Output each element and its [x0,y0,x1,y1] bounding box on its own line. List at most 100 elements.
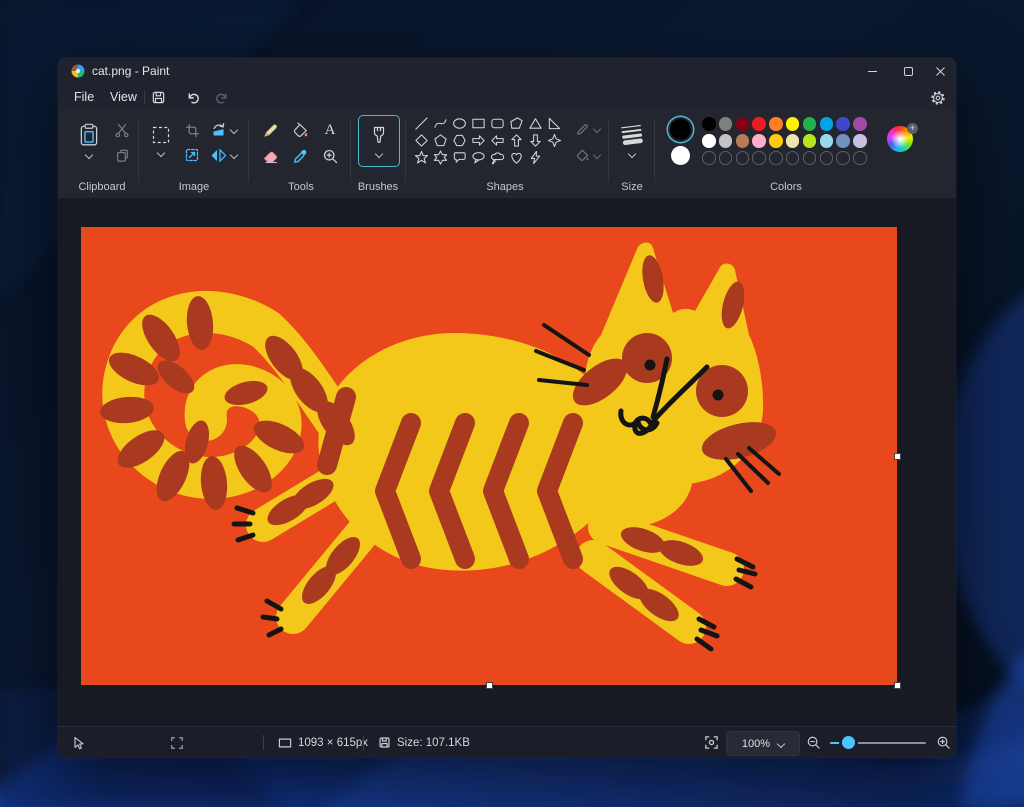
fill-tool-button[interactable] [288,118,312,142]
palette-swatch[interactable] [803,134,817,148]
palette-swatch[interactable] [853,117,867,131]
shape-curve-button[interactable] [431,115,450,132]
size-dropdown-chevron-icon[interactable] [628,149,636,157]
shape-hexagon-button[interactable] [450,132,469,149]
magnifier-tool-button[interactable] [318,144,342,168]
zoom-in-button[interactable] [936,727,951,758]
shape-diamond-button[interactable] [412,132,431,149]
palette-swatch-empty[interactable] [702,151,716,165]
palette-swatch[interactable] [769,134,783,148]
cut-button[interactable] [110,119,134,141]
text-tool-button[interactable]: A [318,118,342,142]
palette-swatch[interactable] [853,134,867,148]
undo-button[interactable] [180,88,204,107]
shape-callout-cloud-button[interactable] [488,149,507,166]
shape-right-triangle-button[interactable] [545,115,564,132]
resize-handle-right[interactable] [894,453,901,460]
shape-fill-dropdown[interactable] [572,145,602,165]
shape-arrow-down-button[interactable] [526,132,545,149]
palette-swatch[interactable] [786,117,800,131]
shape-lightning-button[interactable] [526,149,545,166]
shape-triangle-button[interactable] [526,115,545,132]
palette-swatch[interactable] [836,117,850,131]
pencil-tool-button[interactable] [258,118,282,142]
palette-swatch[interactable] [803,117,817,131]
shape-line-button[interactable] [412,115,431,132]
canvas[interactable] [81,227,897,685]
palette-swatch[interactable] [820,134,834,148]
paste-button[interactable] [72,117,106,163]
shape-star-four-button[interactable] [545,132,564,149]
paste-dropdown-chevron-icon[interactable] [85,150,93,158]
palette-swatch[interactable] [769,117,783,131]
palette-swatch-empty[interactable] [820,151,834,165]
palette-swatch-empty[interactable] [769,151,783,165]
palette-swatch[interactable] [736,134,750,148]
shape-rectangle-button[interactable] [469,115,488,132]
palette-swatch[interactable] [752,134,766,148]
palette-swatch[interactable] [719,134,733,148]
palette-swatch[interactable] [719,117,733,131]
resize-button[interactable] [180,144,204,166]
close-button[interactable] [924,58,956,84]
palette-swatch[interactable] [736,117,750,131]
resize-handle-bottom[interactable] [486,682,493,689]
shape-callout-oval-button[interactable] [469,149,488,166]
shape-arrow-right-button[interactable] [469,132,488,149]
palette-swatch[interactable] [836,134,850,148]
rotate-dropdown-chevron-icon[interactable] [228,124,240,136]
palette-swatch[interactable] [702,134,716,148]
color1-swatch[interactable] [670,119,691,140]
minimize-button[interactable] [856,58,888,84]
desktop: { "window": { "title": "cat.png - Paint"… [0,0,1024,807]
shape-heart-button[interactable] [507,149,526,166]
shape-rounded-rectangle-button[interactable] [488,115,507,132]
select-dropdown-chevron-icon[interactable] [157,148,165,156]
palette-swatch-empty[interactable] [736,151,750,165]
palette-swatch-empty[interactable] [803,151,817,165]
maximize-button[interactable] [892,58,924,84]
resize-handle-corner[interactable] [894,682,901,689]
shape-pentagon-button[interactable] [431,132,450,149]
shape-callout-rounded-button[interactable] [450,149,469,166]
palette-swatch-empty[interactable] [836,151,850,165]
shape-arrow-up-button[interactable] [507,132,526,149]
flip-dropdown-chevron-icon[interactable] [228,149,240,161]
palette-swatch-empty[interactable] [786,151,800,165]
settings-gear-icon[interactable] [926,88,950,107]
zoom-slider-thumb[interactable] [842,736,855,749]
shape-outline-dropdown[interactable] [572,119,602,139]
paint-window: cat.png - Paint File View [58,58,956,758]
size-button[interactable] [614,117,650,163]
save-button[interactable] [146,88,170,107]
shapes-section-label: Shapes [486,181,523,193]
palette-swatch[interactable] [820,117,834,131]
crop-button[interactable] [180,119,204,141]
brushes-button[interactable] [358,115,400,167]
palette-swatch-empty[interactable] [719,151,733,165]
select-button[interactable] [146,117,176,163]
brushes-dropdown-chevron-icon[interactable] [375,150,383,158]
rotate-button[interactable] [206,119,230,141]
color2-swatch[interactable] [671,146,690,165]
zoom-out-button[interactable] [806,727,821,758]
palette-swatch-empty[interactable] [853,151,867,165]
shape-polygon-button[interactable] [507,115,526,132]
menu-file[interactable]: File [64,87,104,107]
copy-button[interactable] [110,144,134,166]
palette-swatch[interactable] [702,117,716,131]
shape-arrow-left-button[interactable] [488,132,507,149]
shape-oval-button[interactable] [450,115,469,132]
redo-button[interactable] [210,88,234,107]
fit-to-screen-button[interactable] [704,727,719,758]
shape-star-six-button[interactable] [431,149,450,166]
palette-swatch[interactable] [786,134,800,148]
color-picker-tool-button[interactable] [288,144,312,168]
flip-button[interactable] [206,144,230,166]
zoom-level-dropdown[interactable]: 100% [726,731,800,756]
eraser-tool-button[interactable] [258,144,282,168]
palette-swatch[interactable] [752,117,766,131]
palette-swatch-empty[interactable] [752,151,766,165]
menu-view[interactable]: View [100,87,147,107]
shape-star-five-button[interactable] [412,149,431,166]
